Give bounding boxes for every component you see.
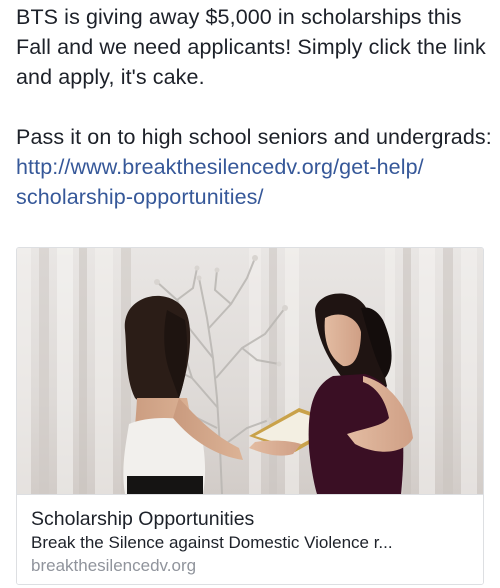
link-preview-domain: breakthesilencedv.org <box>31 556 197 575</box>
post-link-line-2[interactable]: scholarship-opportunities/ <box>16 185 264 209</box>
post-link-line-1[interactable]: http://www.breakthesilencedv.org/get-hel… <box>16 155 424 179</box>
link-preview-title[interactable]: Scholarship Opportunities <box>31 507 469 531</box>
link-preview-image[interactable] <box>17 248 483 494</box>
link-preview-description: Break the Silence against Domestic Viole… <box>31 533 393 552</box>
post-paragraph-text: Pass it on to high school seniors and un… <box>16 125 492 149</box>
post-link[interactable]: http://www.breakthesilencedv.org/get-hel… <box>16 155 424 209</box>
link-preview-meta[interactable]: Scholarship Opportunities Break the Sile… <box>17 494 483 584</box>
link-preview-card[interactable]: Scholarship Opportunities Break the Sile… <box>16 247 484 585</box>
post-body: BTS is giving away $5,000 in scholarship… <box>16 2 492 212</box>
ceremony-photo <box>17 248 483 494</box>
post-paragraph: Pass it on to high school seniors and un… <box>16 122 492 212</box>
post-paragraph: BTS is giving away $5,000 in scholarship… <box>16 5 486 89</box>
